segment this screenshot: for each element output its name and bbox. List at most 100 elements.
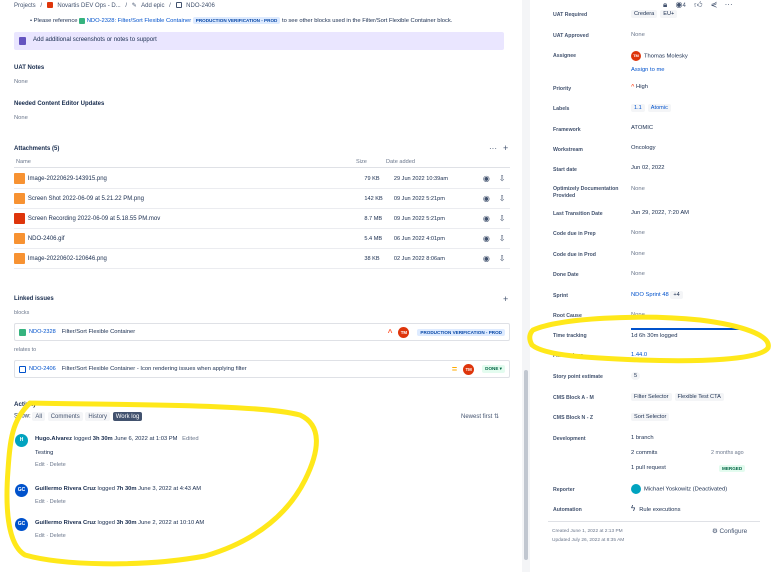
author-name[interactable]: Hugo.Alvarez <box>35 436 72 442</box>
linked-issue-row[interactable]: NDO-2328 Filter/Sort Flexible Container … <box>14 323 510 341</box>
time-tracking-bar[interactable] <box>631 328 747 330</box>
updated-date: Updated July 26, 2022 at 8:35 AM <box>552 538 625 543</box>
like-icon[interactable]: 👍︎ <box>694 0 702 9</box>
scrollbar[interactable] <box>524 370 528 560</box>
attachment-size: 142 KB <box>364 195 383 202</box>
attachment-row[interactable]: Image-20220602-120646.png 38 KB 02 Jun 202… <box>14 249 510 269</box>
file-thumbnail-icon <box>14 173 25 184</box>
attachment-name[interactable]: Image-20220602-120646.png <box>28 256 365 262</box>
done-date-value[interactable]: None <box>631 271 645 277</box>
linked-issue-key[interactable]: NDO-2328 <box>29 329 56 335</box>
log-date[interactable]: June 6, 2022 at 1:03 PM <box>114 436 177 442</box>
configure-button[interactable]: ⚙ Configure <box>712 527 747 535</box>
delete-link[interactable]: Delete <box>50 462 66 468</box>
attachment-name[interactable]: Screen Shot 2022-06-09 at 5.21.22 PM.png <box>28 196 365 202</box>
labels-value[interactable]: 1.1 Atomic <box>631 104 674 112</box>
more-icon[interactable]: ··· <box>725 0 733 9</box>
download-icon[interactable]: ⇩ <box>494 214 510 223</box>
linked-issue-summary[interactable]: Filter/Sort Flexible Container - Icon re… <box>62 366 452 372</box>
author-name[interactable]: Guillermo Rivera Cruz <box>35 520 96 526</box>
breadcrumb-project[interactable]: Novartis DEV Ops - D... <box>57 3 120 9</box>
col-name[interactable]: Name <box>16 159 31 165</box>
edit-link[interactable]: Edit <box>35 499 45 505</box>
start-date-value[interactable]: Jun 02, 2022 <box>631 165 665 171</box>
assign-to-me-link[interactable]: Assign to me <box>631 67 665 73</box>
last-transition-value[interactable]: Jun 29, 2022, 7:20 AM <box>631 210 689 216</box>
log-date[interactable]: June 3, 2022 at 4:43 AM <box>138 486 201 492</box>
linked-issue-key[interactable]: NDO-2406 <box>29 366 56 372</box>
status-badge[interactable]: PRODUCTION VERIFICATION - PROD <box>417 328 505 336</box>
tab-all[interactable]: All <box>32 412 46 421</box>
breadcrumb-issue-key[interactable]: NDO-2406 <box>186 3 215 9</box>
story-points-value[interactable]: 5 <box>631 372 643 380</box>
framework-value[interactable]: ATOMIC <box>631 125 653 131</box>
linked-issue-row[interactable]: NDO-2406 Filter/Sort Flexible Container … <box>14 360 510 378</box>
priority-value[interactable]: ^ High <box>631 84 648 90</box>
add-epic-button[interactable]: Add epic <box>141 3 164 9</box>
avatar[interactable]: TM <box>398 326 410 338</box>
cms-a-m-value[interactable]: Filter Selector Flexible Test CTA <box>631 393 727 401</box>
optimizely-value[interactable]: None <box>631 186 645 192</box>
linked-issues-add-button[interactable]: + <box>503 294 508 304</box>
edit-link[interactable]: Edit <box>35 533 45 539</box>
code-prep-value[interactable]: None <box>631 230 645 236</box>
edit-link[interactable]: Edit <box>35 462 45 468</box>
attachment-name[interactable]: NDO-2406.gif <box>28 236 365 242</box>
tab-comments[interactable]: Comments <box>47 412 83 421</box>
avatar[interactable]: GC <box>15 484 28 497</box>
dev-pr-link[interactable]: 1 pull request <box>631 465 666 471</box>
fix-versions-value[interactable]: 1.44.0 <box>631 352 647 358</box>
delete-link[interactable]: Delete <box>50 533 66 539</box>
status-badge[interactable]: DONE ▾ <box>482 365 505 373</box>
download-icon[interactable]: ⇩ <box>494 174 510 183</box>
linked-issue-summary[interactable]: Filter/Sort Flexible Container <box>62 329 388 335</box>
download-icon[interactable]: ⇩ <box>494 194 510 203</box>
col-size[interactable]: Size <box>356 159 367 165</box>
breadcrumb: Projects / Novartis DEV Ops - D... / ✎ A… <box>14 2 215 9</box>
attachment-name[interactable]: Screen Recording 2022-06-09 at 5.18.55 P… <box>28 216 365 222</box>
attachment-row[interactable]: Screen Recording 2022-06-09 at 5.18.55 P… <box>14 209 510 229</box>
automation-value[interactable]: ϟ Rule executions <box>631 504 680 513</box>
preview-icon[interactable]: ◉ <box>479 254 495 263</box>
download-icon[interactable]: ⇩ <box>494 234 510 243</box>
tab-history[interactable]: History <box>85 412 111 421</box>
dev-commits-link[interactable]: 2 commits <box>631 450 657 456</box>
attachment-row[interactable]: Screen Shot 2022-06-09 at 5.21.22 PM.png… <box>14 189 510 209</box>
dev-branch-link[interactable]: 1 branch <box>631 435 654 441</box>
reporter-value[interactable]: Michael Yoskowitz (Deactivated) <box>631 484 727 494</box>
tab-work-log[interactable]: Work log <box>112 412 143 421</box>
attachment-name[interactable]: Image-20220629-143915.png <box>28 176 365 182</box>
sprint-value[interactable]: NDO Sprint 48 +4 <box>631 291 686 299</box>
preview-icon[interactable]: ◉ <box>479 194 495 203</box>
col-date[interactable]: Date added <box>386 159 415 165</box>
avatar[interactable]: TM <box>463 363 475 375</box>
attachment-row[interactable]: NDO-2406.gif 5.4 MB 06 Jun 2022 4:01pm ◉ ⇩ <box>14 229 510 249</box>
cms-n-z-value[interactable]: Sort Selector <box>631 413 672 421</box>
uat-approved-value[interactable]: None <box>631 32 645 38</box>
uat-required-value[interactable]: Credera EU+ <box>631 10 680 18</box>
download-icon[interactable]: ⇩ <box>494 254 510 263</box>
workstream-value[interactable]: Oncology <box>631 145 656 151</box>
author-name[interactable]: Guillermo Rivera Cruz <box>35 486 96 492</box>
sort-order-button[interactable]: Newest first ⇅ <box>461 413 499 420</box>
avatar[interactable]: H <box>15 434 28 447</box>
root-cause-value[interactable]: None <box>631 312 645 318</box>
time-tracking-value[interactable]: 1d 6h 30m logged <box>631 333 677 339</box>
log-date[interactable]: June 2, 2022 at 10:10 AM <box>138 520 204 526</box>
avatar[interactable]: GC <box>15 518 28 531</box>
reference-link[interactable]: NDO-2328: Filter/Sort Flexible Container <box>87 18 191 24</box>
preview-icon[interactable]: ◉ <box>479 234 495 243</box>
attachments-add-button[interactable]: + <box>503 143 508 153</box>
preview-icon[interactable]: ◉ <box>479 174 495 183</box>
attachments-more-button[interactable]: ··· <box>489 144 497 153</box>
uat-notes-value[interactable]: None <box>14 79 28 85</box>
delete-link[interactable]: Delete <box>50 499 66 505</box>
code-prod-value[interactable]: None <box>631 251 645 257</box>
assignee-value[interactable]: TM Thomas Molesky <box>631 51 688 61</box>
share-icon[interactable]: ⋞ <box>711 0 718 9</box>
lock-icon[interactable]: 🔒︎ <box>663 0 667 9</box>
breadcrumb-projects[interactable]: Projects <box>14 3 36 9</box>
attachment-row[interactable]: Image-20220629-143915.png 79 KB 29 Jun 202… <box>14 169 510 189</box>
preview-icon[interactable]: ◉ <box>479 214 495 223</box>
content-editor-value[interactable]: None <box>14 115 28 121</box>
